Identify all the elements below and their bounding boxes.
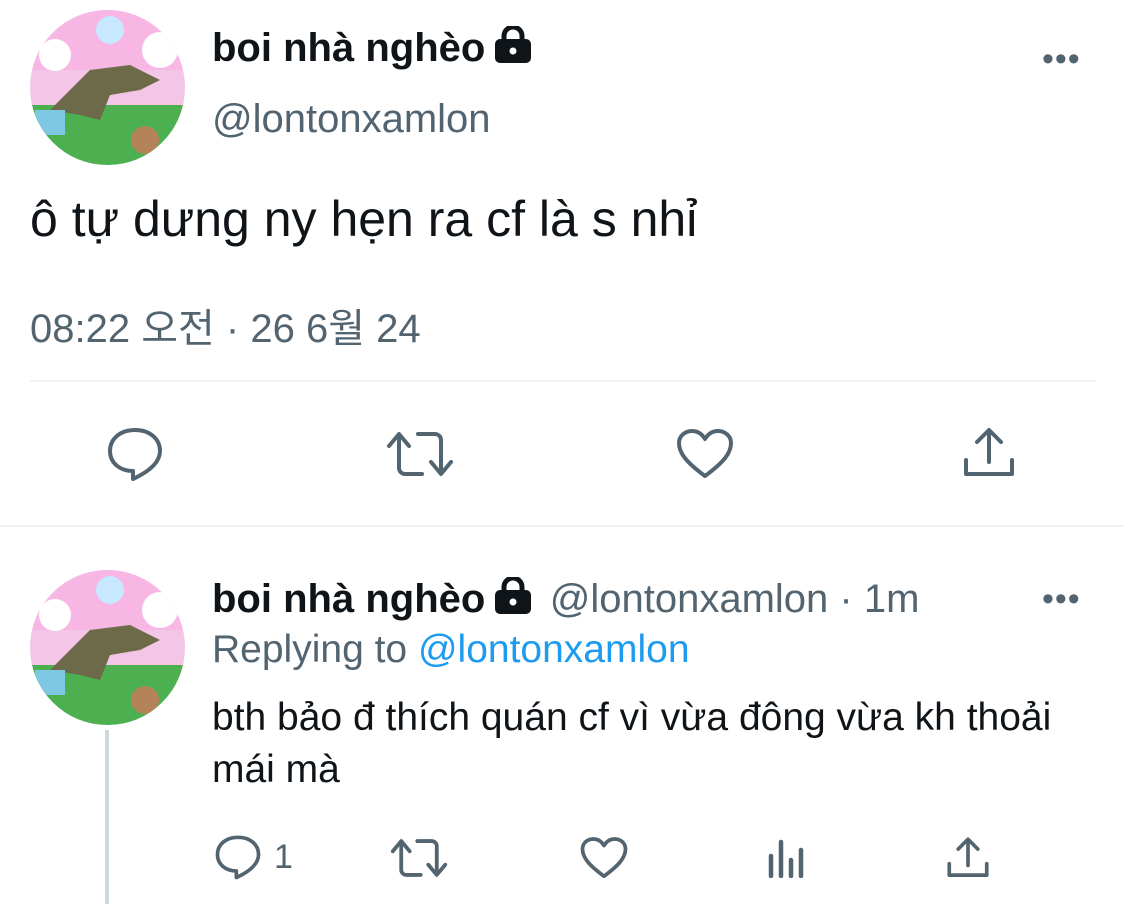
display-name[interactable]: boi nhà nghèo [212, 24, 533, 74]
like-icon [580, 837, 628, 879]
thread-line [105, 730, 109, 904]
lock-icon [493, 575, 533, 620]
tweet-time[interactable]: 1m [864, 577, 920, 621]
handle[interactable]: @lontonxamlon [550, 577, 829, 621]
retweet-button[interactable] [386, 428, 454, 480]
divider [30, 380, 1095, 382]
handle[interactable]: @lontonxamlon [212, 97, 491, 142]
share-icon [964, 428, 1014, 476]
tweet-timestamp[interactable]: 08:22 오전 · 26 6월 24 [30, 296, 421, 354]
share-button[interactable] [946, 836, 990, 880]
time-separator: · [828, 577, 864, 621]
divider [0, 525, 1125, 527]
avatar-image [30, 10, 185, 165]
views-button[interactable] [766, 838, 806, 878]
reply-button[interactable]: 1 [214, 834, 293, 880]
reply-text: bth bảo đ thích quán cf vì vừa đông vừa … [212, 696, 1052, 791]
replying-to: Replying to @lontonxamlon [212, 628, 690, 672]
replying-to-link[interactable]: @lontonxamlon [418, 628, 690, 671]
reply-header: boi nhà nghèo @lontonxamlon · 1m [212, 575, 920, 622]
like-button[interactable] [676, 428, 734, 480]
avatar[interactable] [30, 570, 185, 725]
avatar[interactable] [30, 10, 185, 165]
share-icon [947, 837, 989, 877]
replying-to-label: Replying to [212, 628, 418, 671]
views-icon [768, 839, 804, 878]
retweet-icon [387, 432, 453, 476]
more-options-button[interactable]: ••• [1042, 42, 1081, 76]
display-name-text: boi nhà nghèo [212, 26, 486, 70]
reply-button[interactable] [106, 426, 164, 482]
like-icon [677, 429, 733, 478]
display-name[interactable]: boi nhà nghèo [212, 577, 485, 621]
retweet-icon [390, 839, 448, 877]
reply-icon [215, 835, 261, 880]
retweet-button[interactable] [390, 836, 448, 880]
like-button[interactable] [580, 836, 628, 880]
tweet-text: ô tự dưng ny hẹn ra cf là s nhỉ [30, 191, 698, 247]
avatar-image [30, 570, 185, 725]
lock-icon [493, 24, 533, 74]
reply-count: 1 [274, 837, 293, 876]
more-options-button[interactable]: ••• [1042, 582, 1081, 616]
reply-icon [108, 428, 162, 481]
share-button[interactable] [962, 426, 1016, 480]
